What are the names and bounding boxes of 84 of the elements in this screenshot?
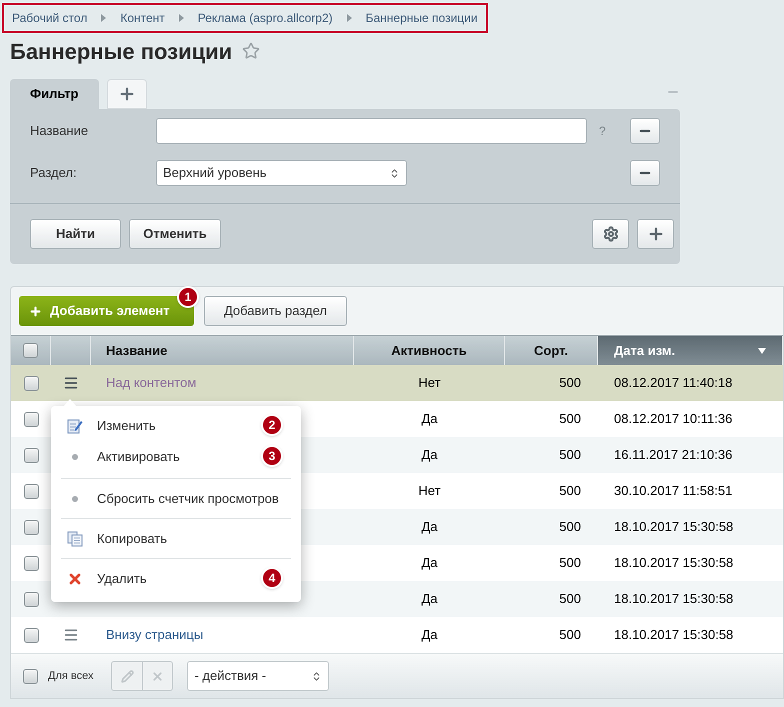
checkbox[interactable] [24,592,38,606]
column-header[interactable]: Дата изм. [598,336,783,365]
breadcrumb-link[interactable]: Контент [120,9,165,27]
table-cell: 500 [559,519,581,534]
breadcrumb-link[interactable]: Баннерные позиции [366,9,478,27]
settings-icon [602,226,618,242]
checkbox[interactable] [24,520,38,534]
add-filter-tab[interactable] [106,79,147,109]
table-cell: 08.12.2017 11:40:18 [614,375,732,390]
name-input[interactable] [156,118,587,144]
checkbox[interactable] [24,556,38,570]
step-badge: 4 [261,567,283,589]
edit-button[interactable] [111,661,144,691]
table-cell: 30.10.2017 11:58:51 [614,483,732,498]
table-cell: 500 [559,555,581,570]
select-arrows-icon [389,168,400,178]
for-all-label: Для всех [48,668,94,684]
table-cell: Нет [418,483,441,498]
table-cell: Да [421,519,438,534]
delete-icon [67,570,83,586]
separator-arrow-icon [178,14,184,22]
checkbox[interactable] [24,376,38,390]
copy-icon [67,530,83,546]
checkbox[interactable] [24,412,38,426]
table-cell: Да [421,591,438,606]
delete-button[interactable] [143,661,174,691]
cancel-button[interactable]: Отменить [129,218,221,248]
table-cell: Да [421,447,438,462]
plus-icon [118,85,136,103]
section-select[interactable]: Верхний уровень [156,160,407,186]
field-label: Раздел: [30,164,78,182]
add-field-button[interactable] [637,218,674,248]
table-row[interactable]: Внизу страницы Да 500 18.10.2017 15:30:58 [11,617,783,653]
add-section-button[interactable]: Добавить раздел [204,296,347,326]
table-cell: Нет [418,375,441,390]
row-menu-icon[interactable] [63,375,79,391]
step-badge: 1 [177,286,199,308]
find-button[interactable]: Найти [30,218,121,248]
separator-arrow-icon [346,14,352,22]
checkbox[interactable] [23,343,38,358]
menu-item[interactable]: Активировать 3 [61,441,291,472]
table-cell: 18.10.2017 15:30:58 [614,555,734,570]
checkbox[interactable] [24,484,38,498]
filter-tab[interactable]: Фильтр [10,79,99,109]
favorite-star-icon[interactable] [242,42,260,60]
table-cell: 08.12.2017 10:11:36 [614,411,732,426]
step-badge: 2 [261,414,283,436]
settings-button[interactable] [592,218,629,248]
edit-icon [67,418,83,434]
bullet-icon [72,454,78,460]
table-cell: 500 [559,375,581,390]
bullet-icon [72,496,78,502]
table-row[interactable]: Над контентом Нет 500 08.12.2017 11:40:18 [11,365,783,401]
table-cell: Да [421,627,438,642]
table-cell: Да [421,411,438,426]
page-title: Баннерные позиции [10,38,232,66]
table-cell: 16.11.2017 21:10:36 [614,447,732,462]
table-cell: 500 [559,447,581,462]
breadcrumb-link[interactable]: Реклама (aspro.allcorp2) [198,9,333,27]
table-cell: 18.10.2017 15:30:58 [614,627,734,642]
checkbox[interactable] [24,448,38,462]
checkbox[interactable] [23,668,38,684]
row-name-link[interactable]: Внизу страницы [106,627,204,642]
sort-down-icon [758,348,766,354]
actions-select[interactable]: - действия - [187,661,330,691]
pencil-icon [120,670,134,682]
step-badge: 3 [261,445,283,467]
separator-arrow-icon [101,14,106,22]
row-menu-icon[interactable] [63,627,79,643]
field-label: Название [30,122,90,140]
plus-icon [646,224,664,242]
checkbox[interactable] [24,628,38,642]
table-cell: 500 [559,591,581,606]
table-cell: 18.10.2017 15:30:58 [614,519,734,534]
table-cell: 500 [559,627,581,642]
table-cell: 500 [559,411,581,426]
breadcrumb-link[interactable]: Рабочий стол [12,9,88,27]
table-cell: Да [421,555,438,570]
table-cell: 18.10.2017 15:30:58 [614,591,734,606]
close-icon [151,670,164,682]
plus-icon [29,304,42,318]
remove-field-button[interactable] [630,118,660,144]
table-cell: 500 [559,483,581,498]
remove-field-button[interactable] [630,160,660,186]
